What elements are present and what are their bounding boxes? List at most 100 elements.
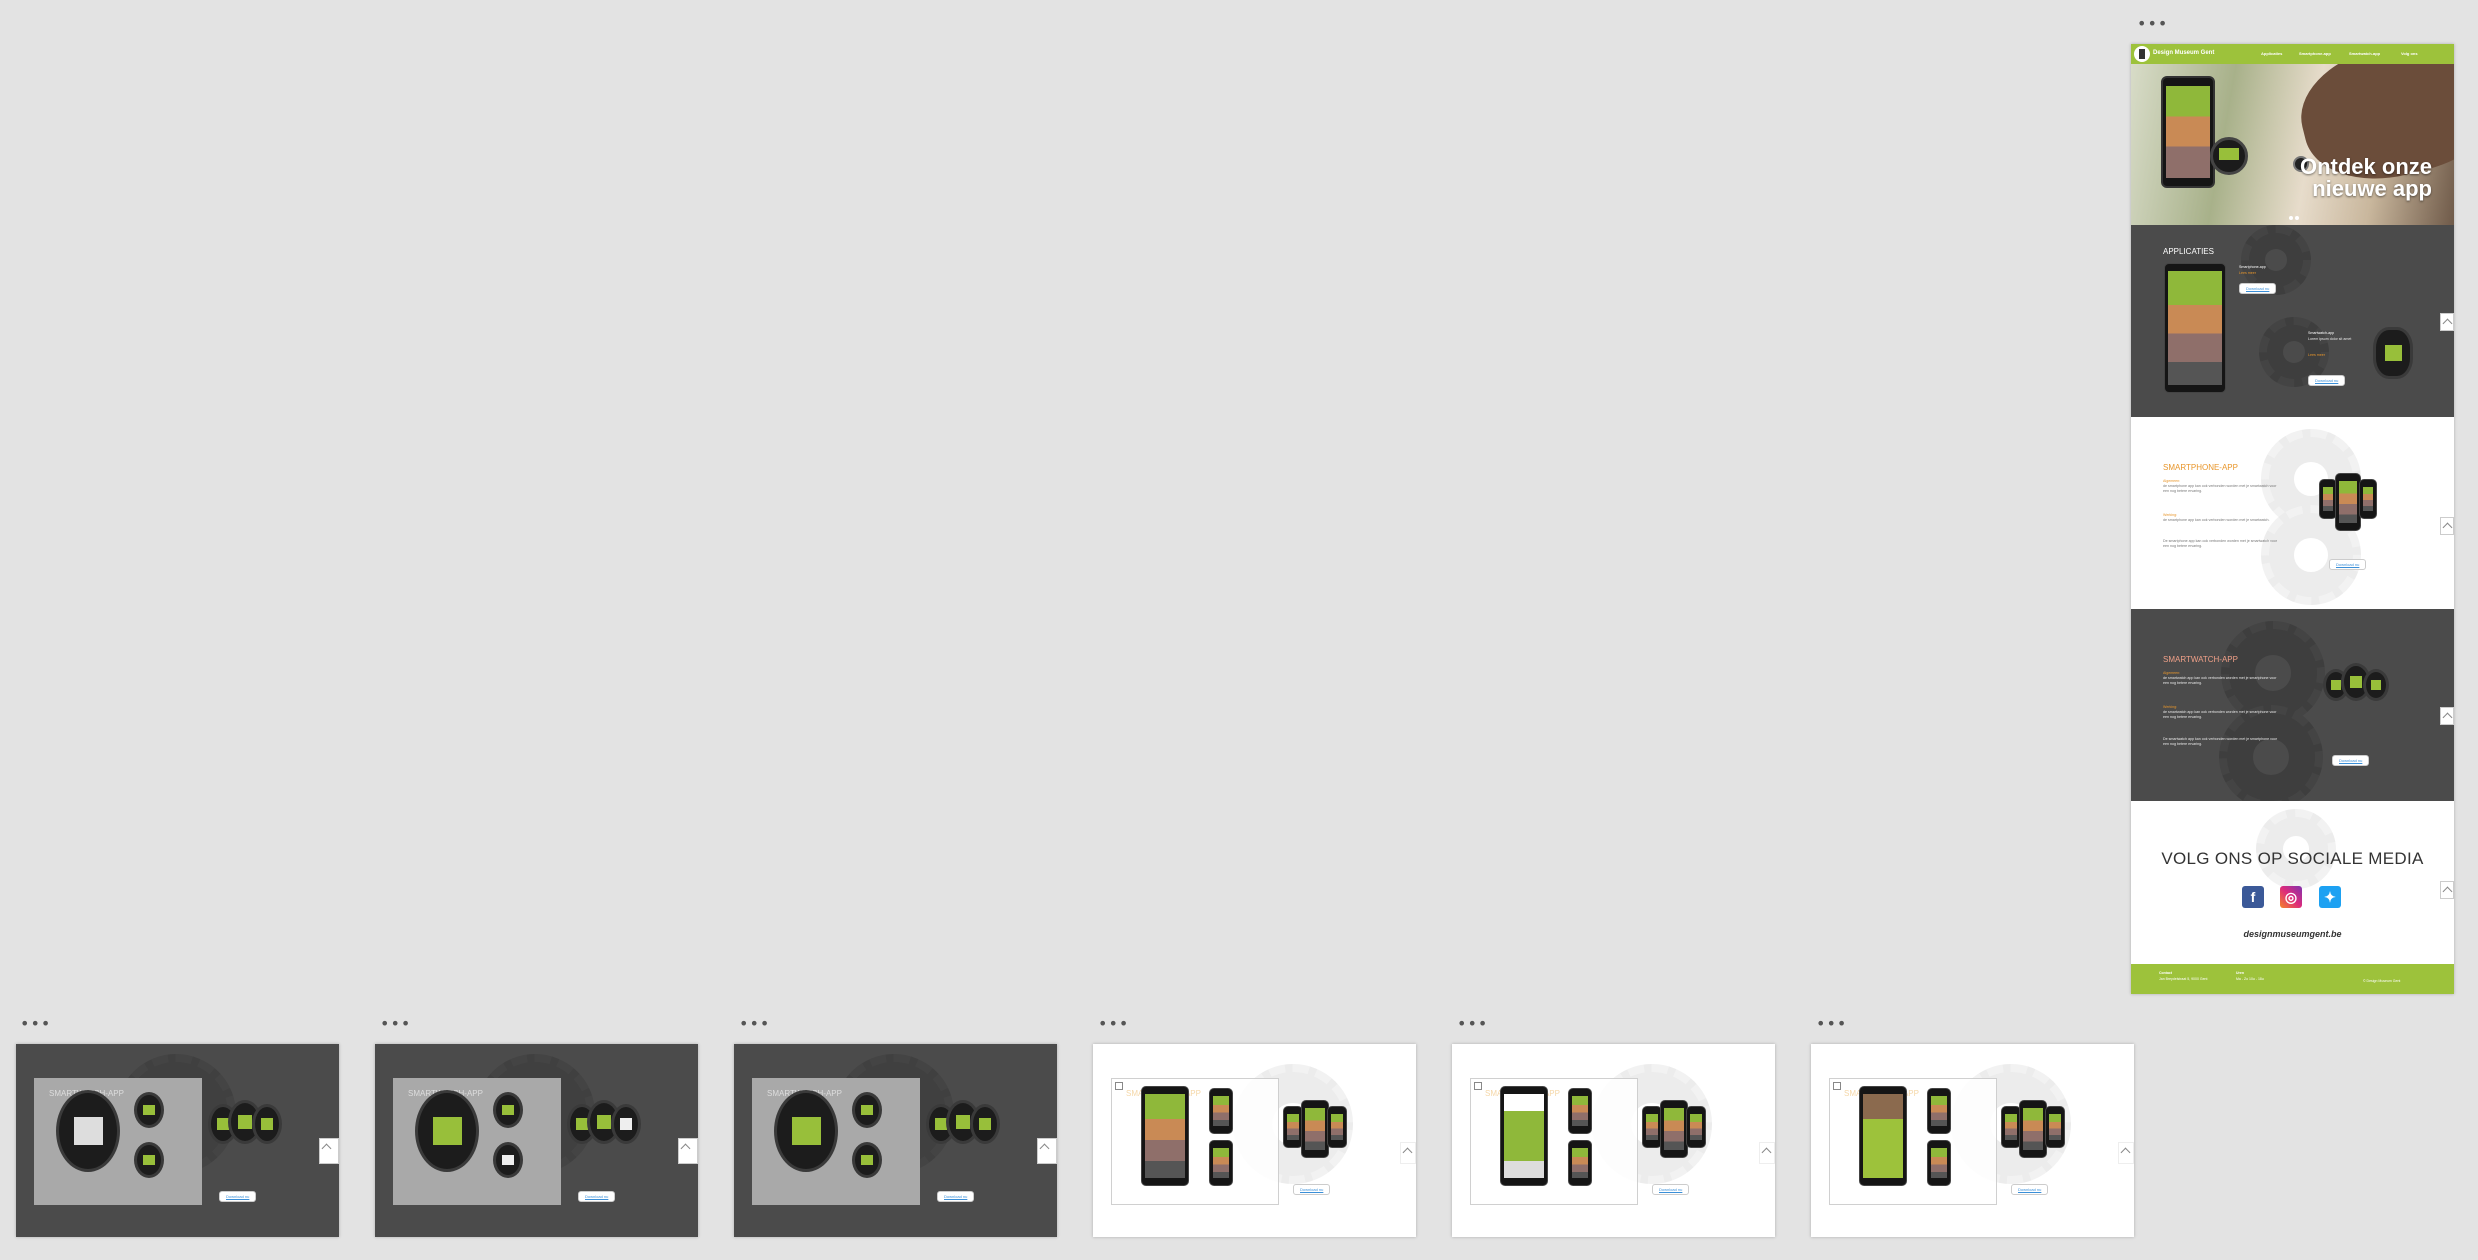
close-icon[interactable] bbox=[1833, 1082, 1841, 1090]
phone-mockup bbox=[2335, 473, 2361, 531]
artboard-menu-dots[interactable]: ••• bbox=[2137, 16, 2168, 32]
watch-mockup bbox=[970, 1104, 1000, 1144]
website-link[interactable]: designmuseumgent.be bbox=[2131, 929, 2454, 939]
download-button[interactable]: Download nu bbox=[1652, 1184, 1690, 1195]
download-button[interactable]: Download nu bbox=[937, 1191, 975, 1202]
footer: Contact Jan Breydelstraat 5, 9000 Gent U… bbox=[2131, 964, 2454, 994]
phone-mockup bbox=[2164, 263, 2226, 393]
phone-mockup bbox=[1141, 1086, 1189, 1186]
section-title: SMARTWATCH-APP bbox=[2163, 655, 2238, 664]
phone-mockup bbox=[1327, 1106, 1347, 1148]
nav-item-smartwatch[interactable]: Smartwatch-app bbox=[2349, 51, 2380, 56]
phone-mockup bbox=[1642, 1106, 1662, 1148]
watch-mockup bbox=[56, 1090, 120, 1172]
download-button[interactable]: Download nu bbox=[578, 1191, 616, 1202]
watch-mockup bbox=[493, 1092, 523, 1128]
phone-mockup bbox=[1568, 1088, 1592, 1134]
watch-read-more-link[interactable]: Lees meer bbox=[2308, 353, 2325, 358]
phone-read-more-link[interactable]: Lees meer bbox=[2239, 271, 2256, 276]
scroll-up-button[interactable] bbox=[2118, 1142, 2134, 1164]
thumbnail-artboard[interactable]: SMARTPHONE-APP Download nu bbox=[1452, 1044, 1775, 1237]
phone-mockup bbox=[2001, 1106, 2021, 1148]
watch-text: Lorem ipsum dolor sit amet bbox=[2308, 337, 2352, 341]
footer-contact-text: Jan Breydelstraat 5, 9000 Gent bbox=[2159, 977, 2208, 981]
instagram-icon[interactable]: ◎ bbox=[2280, 886, 2302, 908]
phone-mockup bbox=[1927, 1140, 1951, 1186]
thumbnail-menu-dots[interactable]: ••• bbox=[739, 1016, 770, 1032]
nav-item-applicaties[interactable]: Applicaties bbox=[2261, 51, 2282, 56]
scroll-up-button[interactable] bbox=[2440, 707, 2454, 725]
museum-logo-icon[interactable] bbox=[2134, 46, 2150, 62]
phone-mockup bbox=[2045, 1106, 2065, 1148]
download-button[interactable]: Download nu bbox=[2011, 1184, 2049, 1195]
paragraph: de smartwatch app kan ook verbonden word… bbox=[2163, 676, 2277, 685]
watch-mockup bbox=[774, 1090, 838, 1172]
section-smartphone: SMARTPHONE-APP Algemeen: de smartphone a… bbox=[2131, 417, 2454, 609]
scroll-up-button[interactable] bbox=[2440, 881, 2454, 899]
paragraph: De smartphone app kan ook verbonden word… bbox=[2163, 539, 2278, 548]
watch-mockup bbox=[134, 1092, 164, 1128]
thumbnail-artboard[interactable]: SMARTWATCH-APP Download nu bbox=[734, 1044, 1057, 1237]
hero-carousel-dots[interactable] bbox=[2289, 207, 2301, 225]
phone-mockup bbox=[1209, 1088, 1233, 1134]
twitter-icon[interactable]: ✦ bbox=[2319, 886, 2341, 908]
thumbnail-artboard[interactable]: SMARTWATCH-APP Download nu bbox=[16, 1044, 339, 1237]
thumbnail-menu-dots[interactable]: ••• bbox=[1098, 1016, 1129, 1032]
hero-title: Ontdek onze nieuwe app bbox=[2299, 154, 2432, 201]
footer-copyright: © Design Museum Gent bbox=[2363, 979, 2401, 983]
thumbnail-menu-dots[interactable]: ••• bbox=[20, 1016, 51, 1032]
main-artboard[interactable]: Design Museum Gent Applicaties Smartphon… bbox=[2131, 44, 2454, 994]
close-icon[interactable] bbox=[1115, 1082, 1123, 1090]
phone-mockup bbox=[2359, 479, 2377, 519]
phone-mockup bbox=[1927, 1088, 1951, 1134]
phone-mockup bbox=[1500, 1086, 1548, 1186]
watch-mockup bbox=[852, 1142, 882, 1178]
thumbnail-menu-dots[interactable]: ••• bbox=[1457, 1016, 1488, 1032]
phone-mockup bbox=[1209, 1140, 1233, 1186]
download-button[interactable]: Download nu bbox=[2308, 375, 2346, 386]
scroll-up-button[interactable] bbox=[678, 1138, 698, 1164]
close-icon[interactable] bbox=[1474, 1082, 1482, 1090]
scroll-up-button[interactable] bbox=[1400, 1142, 1416, 1164]
scroll-up-button[interactable] bbox=[1037, 1138, 1057, 1164]
watch-mockup bbox=[415, 1090, 479, 1172]
download-button[interactable]: Download nu bbox=[1293, 1184, 1331, 1195]
watch-mockup bbox=[2373, 327, 2413, 379]
thumbnail-artboard[interactable]: SMARTPHONE-APP Download nu bbox=[1811, 1044, 2134, 1237]
download-button[interactable]: Download nu bbox=[219, 1191, 257, 1202]
brand-name: Design Museum Gent bbox=[2153, 50, 2215, 56]
phone-mockup bbox=[1283, 1106, 1303, 1148]
thumbnail-menu-dots[interactable]: ••• bbox=[1816, 1016, 1847, 1032]
hero-banner: Ontdek onze nieuwe app bbox=[2131, 64, 2454, 225]
watch-mockup bbox=[611, 1104, 641, 1144]
social-title: VOLG ONS OP SOCIALE MEDIA bbox=[2161, 849, 2424, 868]
navigation-bar: Design Museum Gent Applicaties Smartphon… bbox=[2131, 44, 2454, 64]
scroll-up-button[interactable] bbox=[1759, 1142, 1775, 1164]
download-button[interactable]: Download nu bbox=[2239, 283, 2277, 294]
paragraph: De smartwatch app kan ook verbonden word… bbox=[2163, 737, 2278, 746]
download-button[interactable]: Download nu bbox=[2329, 559, 2367, 570]
facebook-icon[interactable]: f bbox=[2242, 886, 2264, 908]
thumbnail-menu-dots[interactable]: ••• bbox=[380, 1016, 411, 1032]
nav-item-smartphone[interactable]: Smartphone-app bbox=[2299, 51, 2331, 56]
download-button[interactable]: Download nu bbox=[2332, 755, 2370, 766]
paragraph: de smartphone app kan ook verbonden word… bbox=[2163, 518, 2270, 522]
thumbnail-artboard[interactable]: SMARTPHONE-APP Download nu bbox=[1093, 1044, 1416, 1237]
phone-mockup bbox=[1301, 1100, 1329, 1158]
watch-mockup bbox=[2363, 669, 2389, 701]
scroll-up-button[interactable] bbox=[2440, 517, 2454, 535]
section-applicaties: APPLICATIES Smartphone-app Lees meer Dow… bbox=[2131, 225, 2454, 417]
footer-contact-title: Contact bbox=[2159, 971, 2173, 975]
scroll-up-button[interactable] bbox=[2440, 313, 2454, 331]
thumbnail-artboard[interactable]: SMARTWATCH-APP Download nu bbox=[375, 1044, 698, 1237]
section-title: SMARTPHONE-APP bbox=[2163, 463, 2238, 472]
footer-hours-text: Ma - Zo 10u - 18u bbox=[2236, 977, 2264, 981]
phone-caption: Smartphone-app bbox=[2239, 265, 2266, 269]
scroll-up-button[interactable] bbox=[319, 1138, 339, 1164]
section-title: APPLICATIES bbox=[2163, 247, 2214, 256]
phone-mockup bbox=[1859, 1086, 1907, 1186]
watch-mockup bbox=[852, 1092, 882, 1128]
nav-item-volg-ons[interactable]: Volg ons bbox=[2401, 51, 2418, 56]
watch-mockup bbox=[252, 1104, 282, 1144]
phone-mockup bbox=[1568, 1140, 1592, 1186]
